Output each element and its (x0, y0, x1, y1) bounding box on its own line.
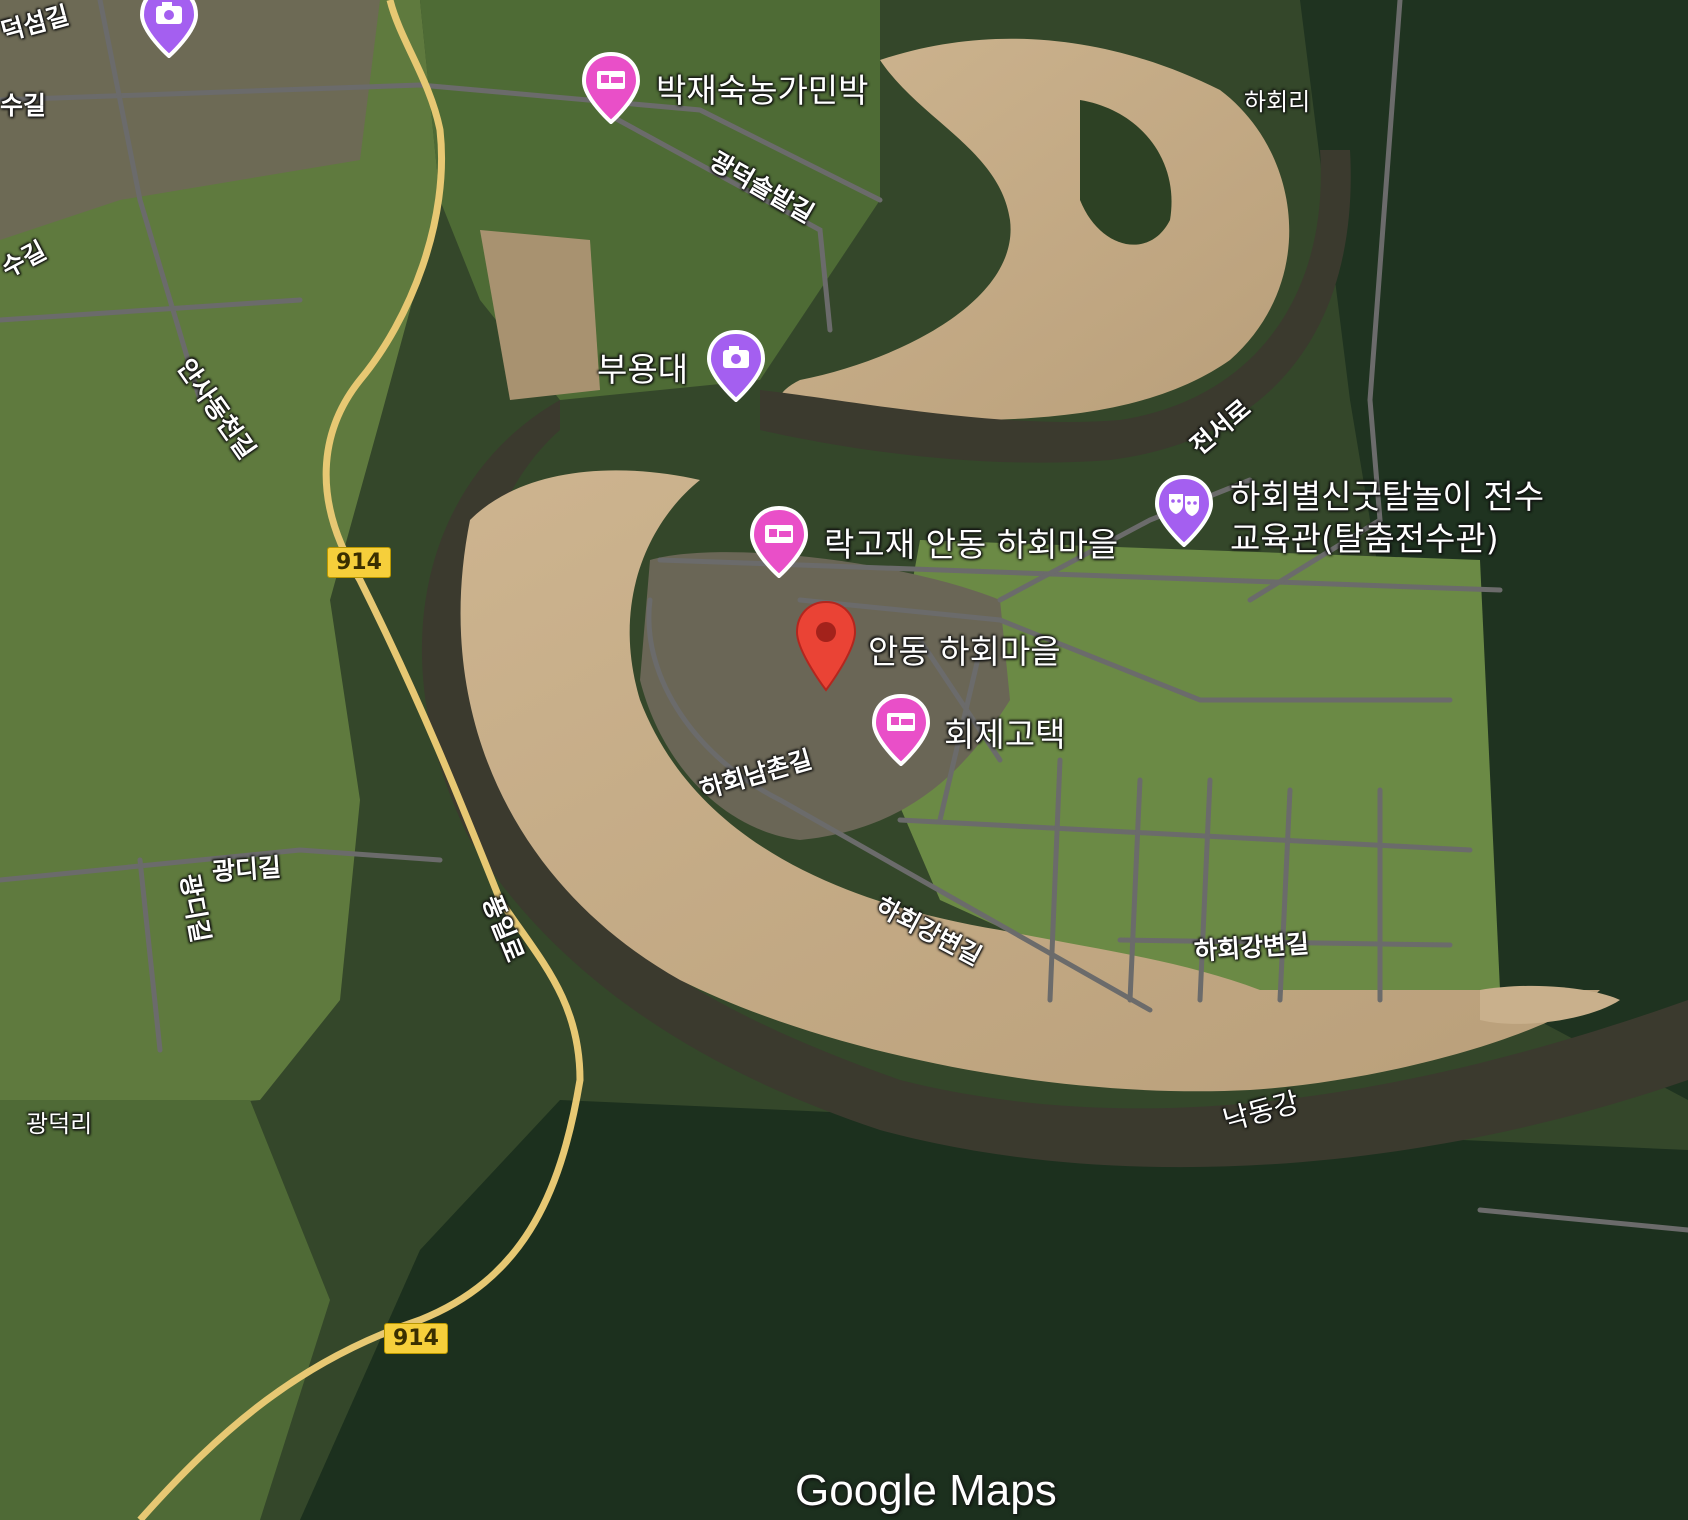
bed-icon (749, 505, 809, 579)
poi-label-rakgojae[interactable]: 락고재 안동 하회마을 (824, 518, 1118, 566)
road-label-gwangdi-1: 광디길 (211, 852, 283, 887)
location-pin-icon[interactable] (795, 600, 857, 696)
poi-label-hoejegotaek[interactable]: 회제고택 (944, 708, 1065, 756)
poi-marker-attraction[interactable] (1154, 474, 1214, 551)
theater-masks-icon (1154, 474, 1214, 548)
poi-marker-attraction[interactable] (706, 329, 766, 406)
camera-icon (706, 329, 766, 403)
map-canvas[interactable]: 하회리 광덕리 낙동강 덕섬길 수길 수길 광덕솔밭길 안사동천길 풍일로 전서… (0, 0, 1688, 1520)
road-label-top-left-2: 수길 (0, 91, 47, 120)
poi-label-parkjaesuk[interactable]: 박재숙농가민박 (656, 64, 869, 112)
camera-icon (139, 0, 199, 59)
google-maps-logo: Google Maps (795, 1466, 1057, 1515)
route-shield-914: 914 (327, 547, 391, 578)
route-shield-914: 914 (384, 1323, 448, 1354)
bed-icon (581, 51, 641, 125)
poi-marker-lodging[interactable] (581, 51, 641, 128)
poi-label-talchum-line2[interactable]: 교육관(탈춤전수관) (1230, 512, 1499, 560)
satellite-imagery (0, 0, 1688, 1520)
poi-marker-lodging[interactable] (749, 505, 809, 582)
area-label-hahoe-ri: 하회리 (1244, 88, 1311, 116)
poi-label-talchum-line1[interactable]: 하회별신굿탈놀이 전수 (1230, 470, 1544, 518)
poi-label-main[interactable]: 안동 하회마을 (868, 625, 1061, 673)
poi-marker-lodging[interactable] (871, 693, 931, 770)
poi-label-buyongdae[interactable]: 부용대 (597, 343, 688, 391)
area-label-gwangdeok-ri: 광덕리 (26, 1110, 93, 1138)
poi-marker-attraction[interactable] (139, 0, 199, 62)
bed-icon (871, 693, 931, 767)
